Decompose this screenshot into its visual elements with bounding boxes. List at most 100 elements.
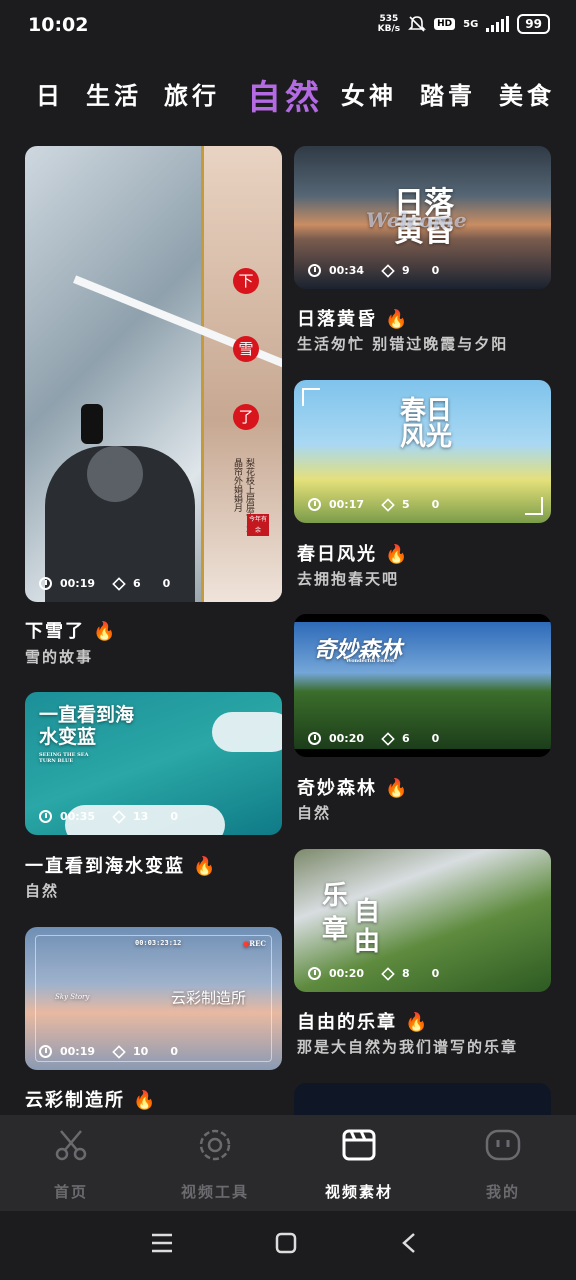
duration: 00:19 [60,1045,96,1058]
snow-title-seals: 下 雪 了 [233,268,259,430]
seal-char-2: 雪 [233,336,259,362]
cloud-shape [212,712,282,752]
tab-day[interactable]: 日 [36,76,64,111]
signal-icon [486,16,510,32]
network-speed: 535 KB/s [378,14,400,34]
duration: 00:20 [329,967,365,980]
use-count: 0 [431,732,440,745]
overlay-char: 自 [354,897,381,927]
template-card-freedom[interactable]: 乐 自 章 由 00:20 8 0 [294,849,551,992]
overlay-title: 春日风光 [400,396,453,452]
template-card-sunset[interactable]: 日落黄昏 Welcome 00:34 9 0 [294,146,551,289]
overlay-title: 云彩制造所 [171,989,247,1007]
nav-label: 视频工具 [180,1183,249,1201]
system-navigation-bar [0,1211,576,1280]
nav-home[interactable]: 首页 [16,1127,126,1202]
menu-icon[interactable] [150,1231,174,1255]
duration: 00:34 [329,264,365,277]
tab-outing[interactable]: 踏青 [420,76,476,111]
use-count: 0 [431,498,440,511]
overlay-title: 一直看到海水变蓝 [39,704,135,748]
layer-count: 9 [402,264,410,277]
back-icon[interactable] [398,1231,422,1255]
layers-icon [381,966,395,981]
layer-count: 6 [133,577,141,590]
clock-icon [308,967,321,980]
fire-icon: 🔥 [385,309,410,330]
template-card-snow[interactable]: 下 雪 了 梨花枝上层层雪 水晶帘外娟娟月 今年有余 00:19 6 0 [25,146,282,602]
card-meta: 00:19 10 0 [39,1044,178,1059]
overlay-title-grid: 乐 自 章 由 [322,875,386,957]
card-subtitle-snow: 雪的故事 [25,648,94,666]
status-bar: 10:02 535 KB/s HD 5G 99 [0,0,576,50]
network-type: 5G [463,18,479,30]
nav-video-materials[interactable]: 视频素材 [304,1127,414,1202]
use-count: 0 [170,810,178,823]
layer-count: 6 [402,732,410,745]
layers-icon [381,731,395,746]
frame-corner [525,497,543,515]
nav-label: 首页 [53,1183,88,1201]
face-icon [485,1129,521,1161]
fire-icon: 🔥 [405,1012,430,1033]
status-icons: 535 KB/s HD 5G 99 [378,14,550,34]
card-meta: 00:34 9 0 [308,263,440,278]
layers-icon [381,263,395,278]
nav-label: 我的 [485,1183,520,1201]
duration: 00:19 [60,577,96,590]
nav-profile[interactable]: 我的 [448,1127,558,1202]
frame-corner [302,388,320,406]
template-card-cloud[interactable]: 00:03:23:12 ●REC 云彩制造所 Sky Story 00:19 1… [25,927,282,1070]
fire-icon: 🔥 [193,856,218,877]
bell-off-icon [408,16,427,32]
seal-char-1: 下 [233,268,259,294]
layer-count: 5 [402,498,410,511]
tab-goddess[interactable]: 女神 [341,76,397,111]
nav-video-tools[interactable]: 视频工具 [160,1127,270,1202]
clock-icon [308,498,321,511]
use-count: 0 [170,1045,178,1058]
network-speed-unit: KB/s [377,24,401,34]
use-count: 0 [431,264,440,277]
overlay-script: Welcome [366,208,467,232]
tab-nature[interactable]: 自然 [247,70,323,119]
card-title-sea: 一直看到海水变蓝 🔥 [25,856,218,877]
duration: 00:20 [329,732,365,745]
layers-icon [112,1044,126,1059]
tab-life[interactable]: 生活 [86,76,142,111]
fire-icon: 🔥 [385,778,410,799]
fire-icon: 🔥 [133,1090,158,1111]
layers-icon [381,497,395,512]
gear-icon [199,1129,231,1161]
tab-travel[interactable]: 旅行 [164,76,220,111]
card-meta: 00:35 13 0 [39,809,178,824]
camera-lens [81,404,103,444]
duration: 00:35 [60,810,96,823]
overlay-char: 乐 [322,881,349,911]
card-meta: 00:17 5 0 [308,497,440,512]
photographer-hat [87,446,143,502]
template-card-sea[interactable]: 一直看到海水变蓝 SEEING THE SEA TURN BLUE 00:35 … [25,692,282,835]
tab-food[interactable]: 美食 [499,76,555,111]
timecode: 00:03:23:12 [135,939,182,947]
home-square-icon[interactable] [274,1231,298,1255]
use-count: 0 [431,967,440,980]
clock-icon [308,732,321,745]
card-meta: 00:20 6 0 [308,731,440,746]
card-title-sunset: 日落黄昏 🔥 [297,309,410,330]
battery-icon: 99 [517,14,550,34]
card-subtitle-freedom: 那是大自然为我们谱写的乐章 [297,1038,519,1056]
template-card-forest[interactable]: 奇妙森林 Wonderful Forest 00:20 6 0 [294,614,551,757]
fire-icon: 🔥 [385,544,410,565]
card-subtitle-forest: 自然 [297,804,332,822]
network-speed-value: 535 [379,14,399,24]
layer-count: 10 [133,1045,149,1058]
layers-icon [112,809,126,824]
category-tabs: 日 生活 旅行 自然 女神 踏青 美食 [0,70,576,120]
layer-count: 8 [402,967,410,980]
use-count: 0 [162,577,171,590]
template-card-spring[interactable]: 春日风光 00:17 5 0 [294,380,551,523]
card-subtitle-sea: 自然 [25,882,60,900]
card-title-snow: 下雪了 🔥 [25,621,118,642]
card-title-cloud: 云彩制造所 🔥 [25,1090,158,1111]
